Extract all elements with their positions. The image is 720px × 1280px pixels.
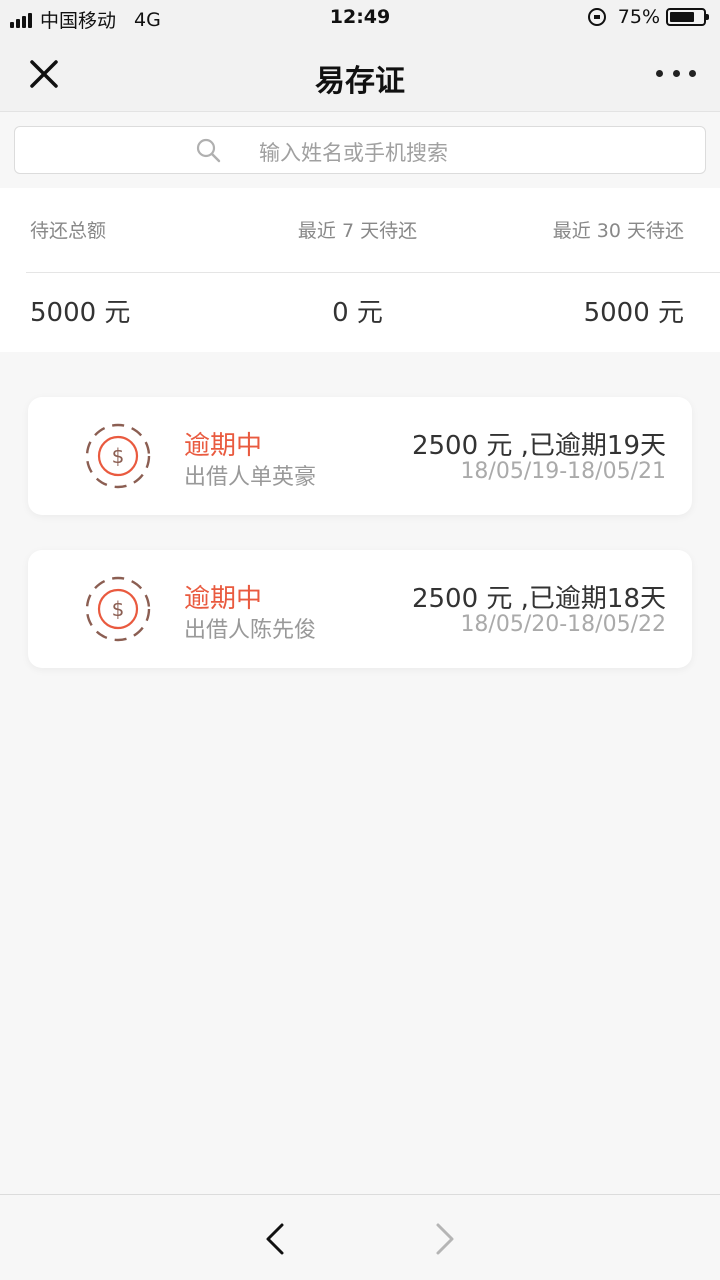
chevron-right-icon[interactable] [430, 1219, 460, 1259]
nav-bar: 易存证 [0, 36, 720, 112]
search-icon [195, 137, 221, 163]
status-right: 75% [587, 6, 709, 28]
status-bar: 中国移动 4G 12:49 75% [0, 0, 720, 36]
due-7-days-value: 0 元 [332, 298, 383, 328]
rotation-lock-icon [587, 8, 606, 26]
total-due-label: 待还总额 [30, 220, 107, 242]
record-status: 逾期中 [184, 584, 263, 614]
record-amount: 2500 元 ,已逾期19天 [411, 431, 666, 461]
search-placeholder: 输入姓名或手机搜索 [259, 141, 448, 165]
bottom-nav-bar [0, 1194, 720, 1280]
dollar-coin-icon: $ [84, 422, 152, 490]
due-7-days-label: 最近 7 天待还 [297, 220, 418, 242]
loan-record-card[interactable]: $ 逾期中 出借人陈先俊 2500 元 ,已逾期18天 18/05/20-18/… [28, 550, 692, 668]
battery-percent: 75% [617, 6, 660, 28]
page-title: 易存证 [315, 64, 405, 99]
record-status: 逾期中 [184, 431, 263, 461]
record-lender: 出借人陈先俊 [184, 618, 317, 643]
search-section: 输入姓名或手机搜索 [0, 112, 720, 188]
record-amount: 2500 元 ,已逾期18天 [411, 584, 666, 614]
chevron-left-icon[interactable] [260, 1219, 290, 1259]
due-30-days-label: 最近 30 天待还 [552, 220, 684, 242]
battery-icon [666, 8, 709, 26]
record-dates: 18/05/20-18/05/22 [460, 612, 666, 637]
svg-text:$: $ [112, 597, 125, 621]
dollar-coin-icon: $ [84, 575, 152, 643]
summary-labels: 待还总额 最近 7 天待还 最近 30 天待还 [0, 216, 720, 246]
search-input[interactable]: 输入姓名或手机搜索 [14, 126, 706, 174]
svg-text:$: $ [112, 444, 125, 468]
summary-divider [26, 272, 720, 273]
battery-fill [670, 12, 694, 22]
due-30-days-value: 5000 元 [583, 298, 684, 328]
more-dots-icon[interactable] [656, 58, 696, 88]
total-due-value: 5000 元 [30, 298, 131, 328]
loan-record-card[interactable]: $ 逾期中 出借人单英豪 2500 元 ,已逾期19天 18/05/19-18/… [28, 397, 692, 515]
record-lender: 出借人单英豪 [184, 465, 317, 490]
summary-panel: 待还总额 最近 7 天待还 最近 30 天待还 5000 元 0 元 5000 … [0, 188, 720, 352]
record-dates: 18/05/19-18/05/21 [460, 459, 666, 484]
